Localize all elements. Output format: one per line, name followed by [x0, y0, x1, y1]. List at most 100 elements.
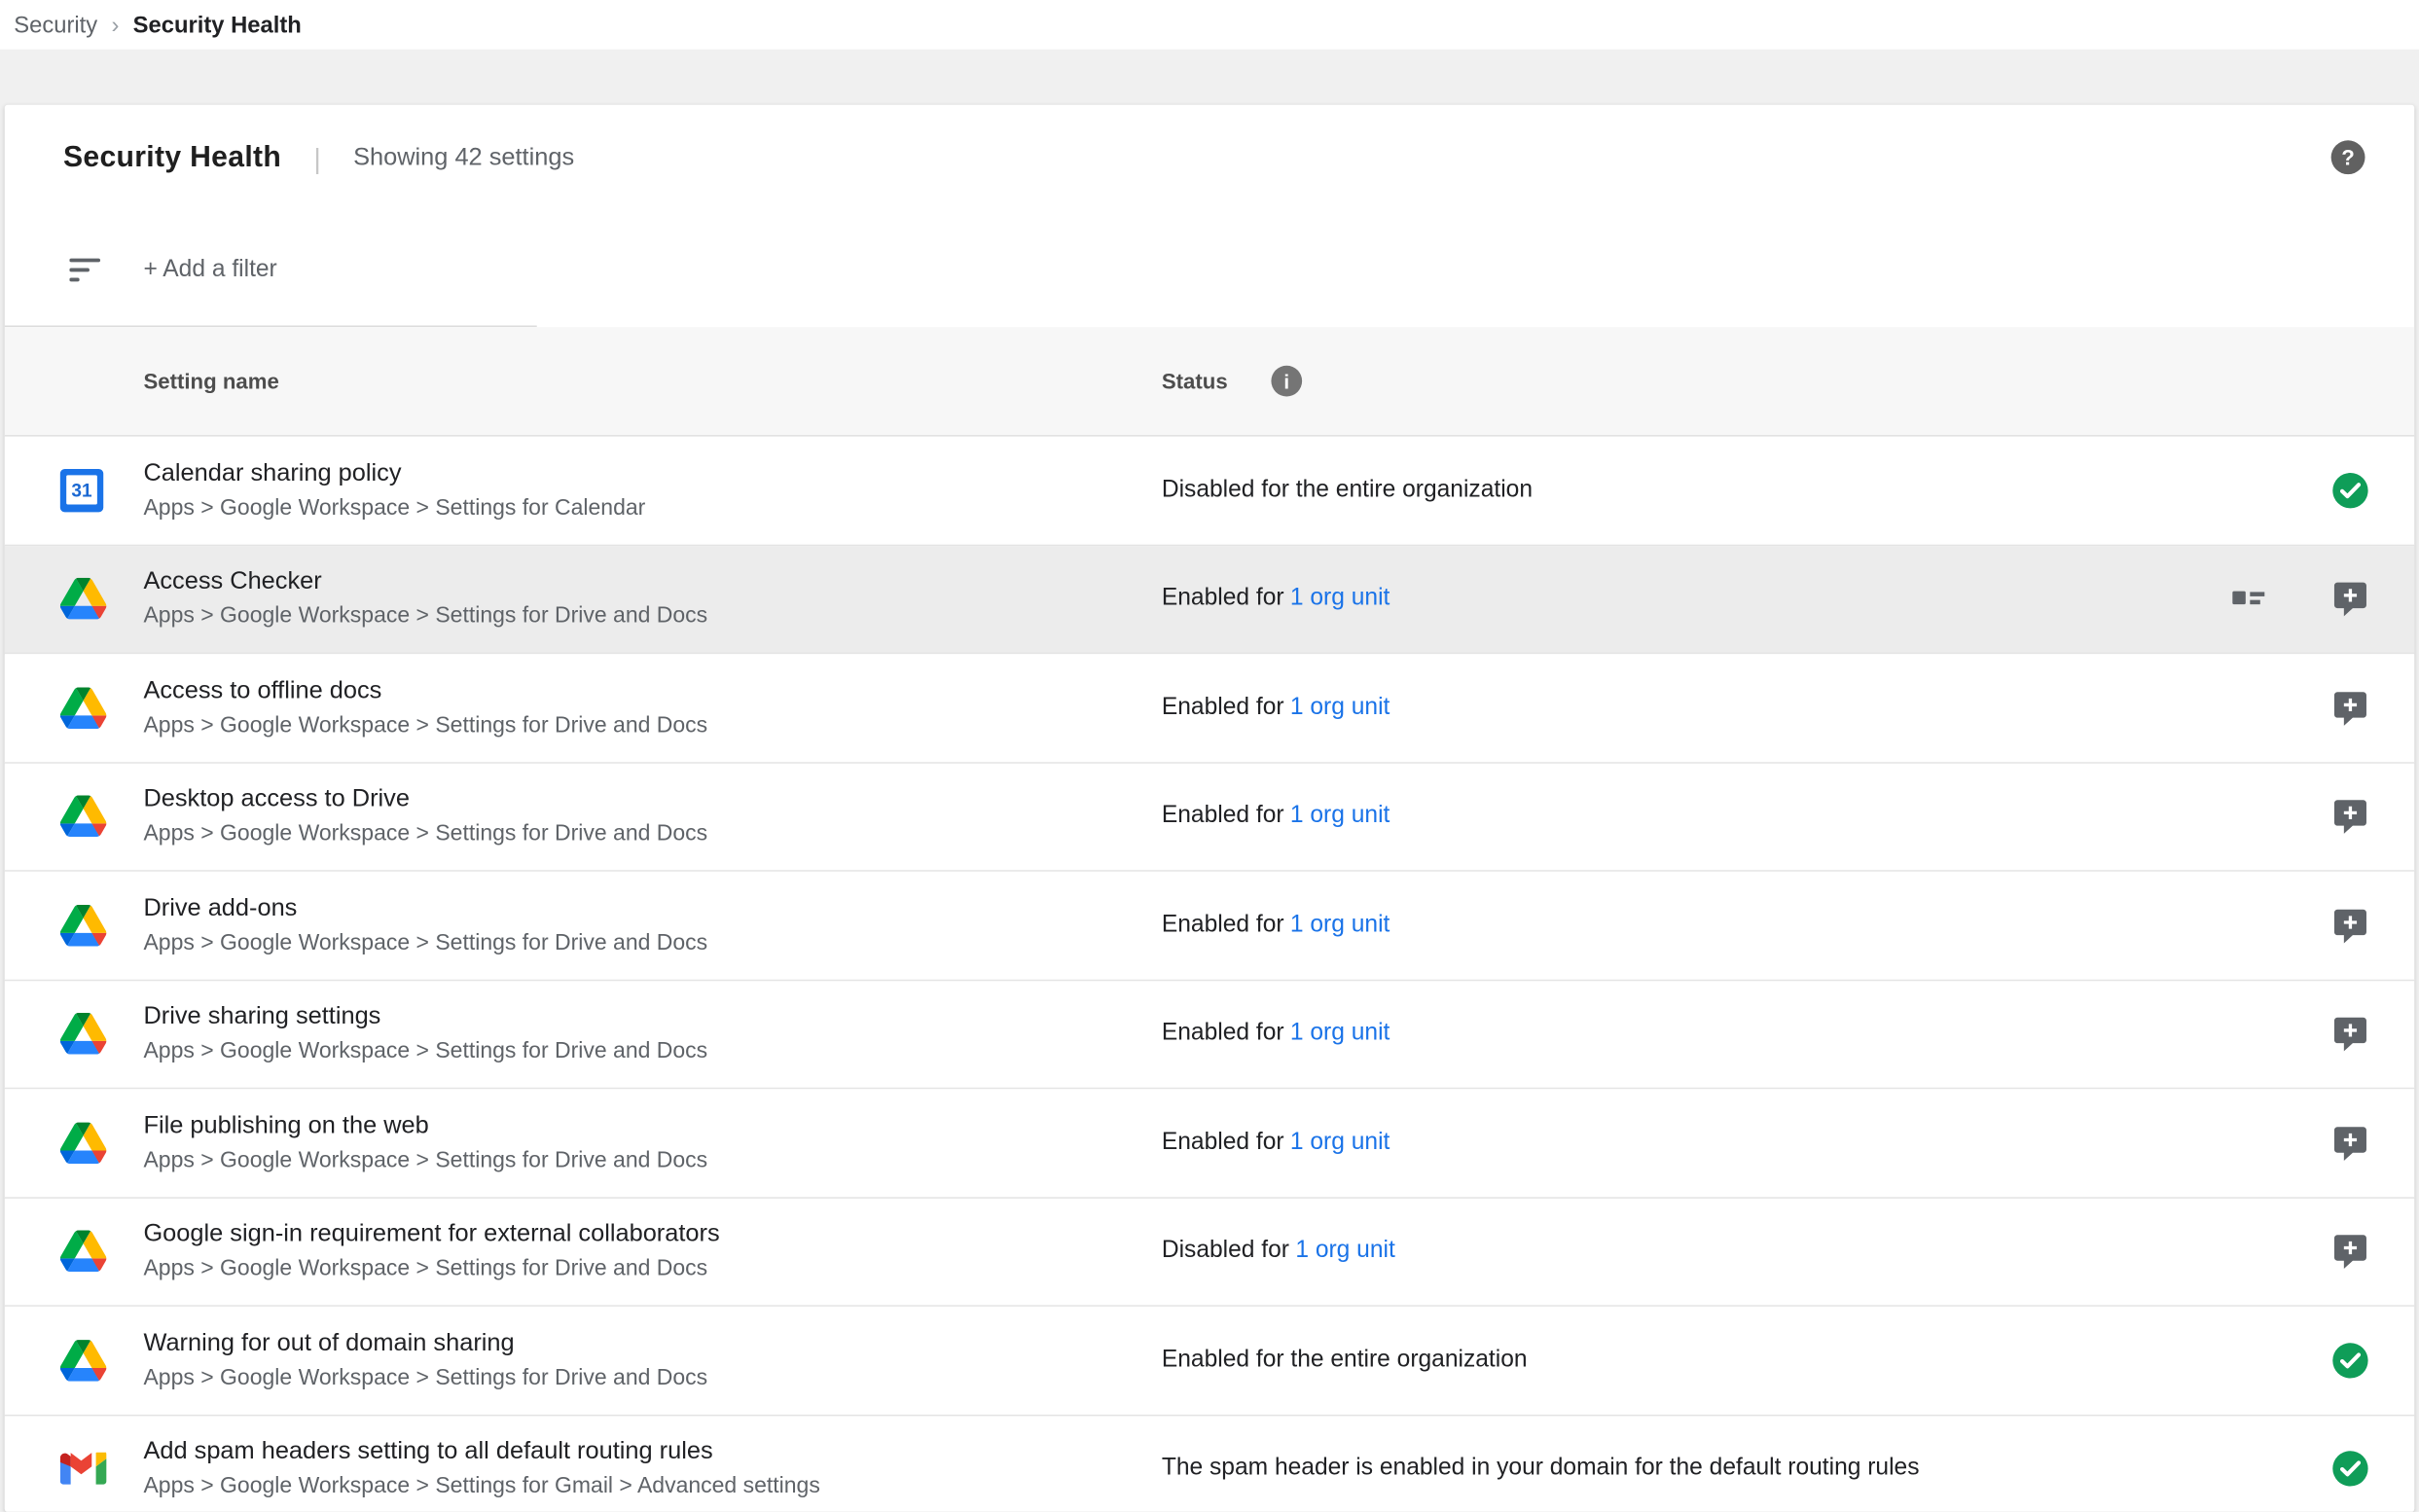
setting-status: Enabled for1 org unit	[1162, 912, 1390, 940]
status-text: Enabled for	[1162, 1020, 1284, 1046]
setting-text: Drive sharing settings Apps > Google Wor…	[143, 1001, 707, 1067]
setting-name: Desktop access to Drive	[143, 783, 707, 815]
org-unit-link[interactable]: 1 org unit	[1290, 1020, 1390, 1046]
setting-path: Apps > Google Workspace > Settings for D…	[143, 1254, 719, 1285]
setting-status: Enabled for1 org unit	[1162, 1129, 1390, 1157]
breadcrumb-chevron-icon: ›	[111, 12, 119, 38]
setting-row[interactable]: Access Checker Apps > Google Workspace >…	[5, 545, 2414, 654]
google-drive-icon	[60, 796, 107, 838]
setting-row[interactable]: Access to offline docs Apps > Google Wor…	[5, 654, 2414, 763]
status-text: Enabled for	[1162, 1129, 1284, 1155]
table-header: Setting name Status i	[5, 327, 2414, 437]
setting-row[interactable]: Drive sharing settings Apps > Google Wor…	[5, 981, 2414, 1090]
setting-row[interactable]: Desktop access to Drive Apps > Google Wo…	[5, 763, 2414, 872]
security-health-page: Security › Security Health Security Heal…	[0, 0, 2419, 1512]
setting-status: Enabled for1 org unit	[1162, 803, 1390, 831]
setting-path: Apps > Google Workspace > Settings for C…	[143, 492, 645, 523]
recommendation-flag-icon[interactable]	[2331, 1232, 2370, 1271]
info-glyph: i	[1283, 370, 1289, 393]
setting-name: Google sign-in requirement for external …	[143, 1218, 719, 1250]
setting-text: Access Checker Apps > Google Workspace >…	[143, 565, 707, 631]
setting-path: Apps > Google Workspace > Settings for D…	[143, 601, 707, 632]
setting-status: Enabled for the entire organization	[1162, 1347, 1528, 1375]
setting-text: Drive add-ons Apps > Google Workspace > …	[143, 892, 707, 958]
card-header: Security Health | Showing 42 settings ?	[5, 105, 2414, 213]
recommendation-flag-icon[interactable]	[2331, 1015, 2370, 1054]
breadcrumb-security-link[interactable]: Security	[14, 12, 97, 38]
column-status: Status	[1162, 369, 1228, 393]
status-text: Enabled for	[1162, 803, 1284, 829]
google-drive-icon	[60, 1340, 107, 1382]
recommendation-flag-icon[interactable]	[2331, 689, 2370, 728]
filter-list-icon	[69, 258, 101, 282]
status-text: Disabled for	[1162, 1238, 1289, 1264]
help-icon[interactable]: ?	[2331, 140, 2365, 174]
org-unit-link[interactable]: 1 org unit	[1290, 585, 1390, 611]
status-text: Enabled for the entire organization	[1162, 1347, 1528, 1373]
setting-name: Add spam headers setting to all default …	[143, 1436, 819, 1468]
setting-status: The spam header is enabled in your domai…	[1162, 1455, 1920, 1483]
setting-name: Access Checker	[143, 565, 707, 597]
recommendation-flag-icon[interactable]	[2331, 906, 2370, 945]
google-drive-icon	[60, 687, 107, 729]
org-unit-link[interactable]: 1 org unit	[1290, 1129, 1390, 1155]
details-icon[interactable]	[2231, 586, 2266, 612]
setting-text: Google sign-in requirement for external …	[143, 1218, 719, 1284]
setting-path: Apps > Google Workspace > Settings for D…	[143, 1362, 707, 1393]
setting-status: Disabled for the entire organization	[1162, 477, 1533, 505]
org-unit-link[interactable]: 1 org unit	[1290, 694, 1390, 720]
google-drive-icon	[60, 578, 107, 620]
setting-status: Enabled for1 org unit	[1162, 694, 1390, 722]
org-unit-link[interactable]: 1 org unit	[1290, 912, 1390, 938]
setting-row[interactable]: Warning for out of domain sharing Apps >…	[5, 1307, 2414, 1416]
org-unit-link[interactable]: 1 org unit	[1290, 803, 1390, 829]
setting-path: Apps > Google Workspace > Settings for D…	[143, 1036, 707, 1067]
status-text: Enabled for	[1162, 912, 1284, 938]
add-filter-button[interactable]: + Add a filter	[143, 256, 276, 284]
setting-text: Add spam headers setting to all default …	[143, 1436, 819, 1502]
google-drive-icon	[60, 1122, 107, 1164]
recommendation-flag-icon[interactable]	[2331, 580, 2370, 619]
setting-text: File publishing on the web Apps > Google…	[143, 1109, 707, 1175]
settings-table-body: 31 Calendar sharing policy Apps > Google…	[5, 437, 2414, 1512]
setting-path: Apps > Google Workspace > Settings for D…	[143, 1145, 707, 1176]
setting-row[interactable]: Google sign-in requirement for external …	[5, 1198, 2414, 1307]
google-drive-icon	[60, 1013, 107, 1055]
recommendation-flag-icon[interactable]	[2331, 797, 2370, 836]
setting-name: Access to offline docs	[143, 674, 707, 706]
setting-text: Access to offline docs Apps > Google Wor…	[143, 674, 707, 740]
setting-path: Apps > Google Workspace > Settings for D…	[143, 818, 707, 849]
setting-row[interactable]: Drive add-ons Apps > Google Workspace > …	[5, 872, 2414, 981]
setting-name: Warning for out of domain sharing	[143, 1327, 707, 1359]
page-title: Security Health	[63, 142, 281, 176]
setting-row[interactable]: File publishing on the web Apps > Google…	[5, 1089, 2414, 1198]
setting-status: Enabled for1 org unit	[1162, 1020, 1390, 1048]
setting-path: Apps > Google Workspace > Settings for D…	[143, 927, 707, 958]
setting-text: Desktop access to Drive Apps > Google Wo…	[143, 783, 707, 849]
google-drive-icon	[60, 904, 107, 946]
gmail-icon	[60, 1453, 107, 1485]
status-text: The spam header is enabled in your domai…	[1162, 1455, 1920, 1481]
setting-name: Calendar sharing policy	[143, 457, 645, 489]
setting-text: Calendar sharing policy Apps > Google Wo…	[143, 457, 645, 523]
breadcrumb: Security › Security Health	[0, 0, 2419, 50]
google-calendar-icon: 31	[60, 469, 103, 512]
check-circle-icon	[2331, 471, 2370, 510]
breadcrumb-current: Security Health	[133, 12, 302, 38]
setting-status: Disabled for1 org unit	[1162, 1238, 1395, 1266]
google-drive-icon	[60, 1231, 107, 1273]
setting-name: Drive add-ons	[143, 892, 707, 924]
status-text: Enabled for	[1162, 694, 1284, 720]
title-divider: |	[313, 143, 320, 175]
org-unit-link[interactable]: 1 org unit	[1295, 1238, 1394, 1264]
column-setting-name: Setting name	[143, 369, 278, 393]
status-info-icon[interactable]: i	[1271, 366, 1302, 397]
setting-row[interactable]: 31 Calendar sharing policy Apps > Google…	[5, 437, 2414, 546]
recommendation-flag-icon[interactable]	[2331, 1124, 2370, 1163]
setting-path: Apps > Google Workspace > Settings for D…	[143, 710, 707, 741]
setting-status: Enabled for1 org unit	[1162, 585, 1390, 613]
security-health-card: Security Health | Showing 42 settings ? …	[5, 105, 2414, 1512]
setting-row[interactable]: Add spam headers setting to all default …	[5, 1416, 2414, 1512]
setting-name: Drive sharing settings	[143, 1001, 707, 1033]
filter-bar: + Add a filter	[5, 213, 2414, 327]
